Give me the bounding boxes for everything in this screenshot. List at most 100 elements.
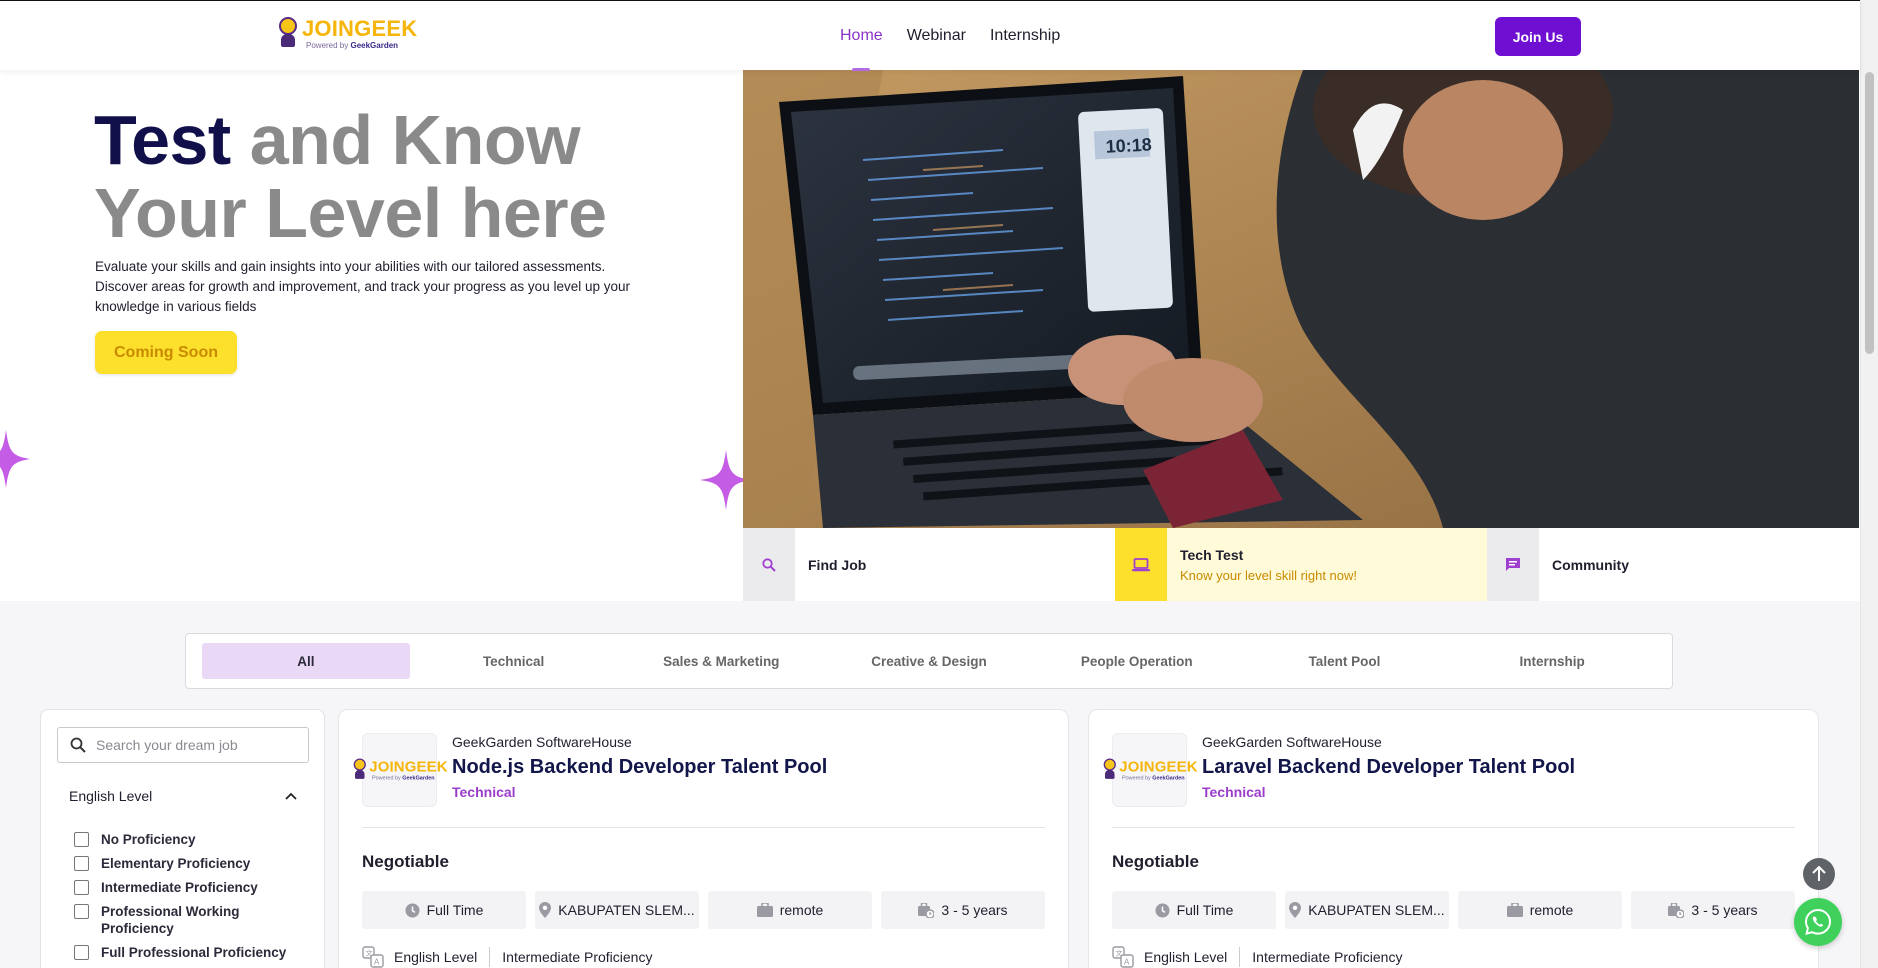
location-pin-icon	[539, 902, 552, 918]
job-salary: Negotiable	[1112, 852, 1199, 871]
company-name: GeekGarden SoftwareHouse	[452, 734, 632, 750]
filter-section-label: English Level	[69, 788, 153, 804]
sparkle-decoration-icon	[0, 430, 30, 488]
svg-text:文: 文	[366, 949, 373, 958]
clock-icon	[405, 903, 420, 917]
join-us-button[interactable]: Join Us	[1495, 17, 1581, 56]
checkbox[interactable]	[74, 945, 89, 960]
job-salary: Negotiable	[362, 852, 449, 871]
search-icon	[743, 528, 795, 601]
language-requirement: 文A English Level Intermediate Proficienc…	[362, 946, 652, 968]
job-type-chip: Full Time	[362, 891, 526, 929]
hero-description: Evaluate your skills and gain insights i…	[95, 259, 630, 314]
job-category-tabs: All Technical Sales & Marketing Creative…	[185, 633, 1673, 689]
quick-link-find-job[interactable]: Find Job	[743, 528, 1115, 601]
nav-webinar[interactable]: Webinar	[907, 1, 966, 71]
whatsapp-icon	[1804, 908, 1832, 935]
quick-link-subtitle: Know your level skill right now!	[1180, 567, 1358, 583]
svg-text:文: 文	[1116, 949, 1123, 958]
language-requirement: 文A English Level Intermediate Proficienc…	[1112, 946, 1402, 968]
search-input[interactable]	[96, 737, 296, 753]
filter-panel: English Level No Proficiency Elementary …	[40, 709, 325, 968]
job-attributes: Full Time KABUPATEN SLEM... remote 3 - 5…	[1112, 891, 1795, 929]
hero-title: Test and Know Your Level here	[94, 101, 607, 252]
tab-creative-design[interactable]: Creative & Design	[825, 643, 1033, 679]
filter-option[interactable]: Professional Working Proficiency	[74, 903, 314, 937]
svg-text:A: A	[374, 958, 380, 967]
job-title[interactable]: Node.js Backend Developer Talent Pool	[452, 756, 827, 779]
laptop-icon	[1115, 528, 1167, 601]
work-mode-chip: remote	[708, 891, 872, 929]
checkbox[interactable]	[74, 880, 89, 895]
quick-link-title: Tech Test	[1180, 546, 1244, 563]
quick-links-bar: Find Job Tech Test Know your level skill…	[743, 528, 1859, 601]
briefcase-icon	[756, 903, 773, 917]
location-pin-icon	[1289, 902, 1302, 918]
tab-technical[interactable]: Technical	[410, 643, 618, 679]
tab-talent-pool[interactable]: Talent Pool	[1241, 643, 1449, 679]
job-card[interactable]: JOINGEEK Powered by GeekGarden GeekGarden…	[1088, 709, 1819, 968]
whatsapp-chat-button[interactable]	[1794, 898, 1842, 946]
hero-section: Test and Know Your Level here Evaluate y…	[0, 70, 1860, 601]
filter-option[interactable]: Full Professional Proficiency	[74, 944, 314, 961]
checkbox[interactable]	[74, 856, 89, 871]
chat-icon	[1487, 528, 1539, 601]
checkbox[interactable]	[74, 832, 89, 847]
nav-home[interactable]: Home	[840, 1, 883, 71]
job-category: Technical	[452, 784, 516, 800]
arrow-up-icon	[1812, 866, 1826, 881]
job-search-box[interactable]	[57, 727, 309, 763]
tab-all[interactable]: All	[202, 643, 410, 679]
company-name: GeekGarden SoftwareHouse	[1202, 734, 1382, 750]
svg-text:10:18: 10:18	[1105, 134, 1152, 156]
english-level-filter-header[interactable]: English Level	[69, 788, 297, 804]
scroll-to-top-button[interactable]	[1803, 858, 1835, 890]
divider	[1112, 827, 1795, 828]
coming-soon-button[interactable]: Coming Soon	[95, 331, 237, 374]
tab-people-operation[interactable]: People Operation	[1033, 643, 1241, 679]
quick-link-title: Community	[1552, 556, 1629, 573]
svg-text:A: A	[1124, 958, 1130, 967]
company-logo: JOINGEEK Powered by GeekGarden	[1103, 733, 1197, 807]
quick-link-community[interactable]: Community	[1487, 528, 1859, 601]
work-mode-chip: remote	[1458, 891, 1622, 929]
filter-option[interactable]: No Proficiency	[74, 831, 314, 848]
clock-icon	[1155, 903, 1170, 917]
experience-chip: 3 - 5 years	[1631, 891, 1795, 929]
english-level-options: No Proficiency Elementary Proficiency In…	[74, 831, 314, 968]
filter-option[interactable]: Intermediate Proficiency	[74, 879, 314, 896]
tab-internship[interactable]: Internship	[1448, 643, 1656, 679]
briefcase-icon	[1506, 903, 1523, 917]
quick-link-title: Find Job	[808, 556, 867, 573]
logo-tagline: Powered by GeekGarden	[306, 41, 399, 50]
job-card[interactable]: JOINGEEK Powered by GeekGarden GeekGarden…	[338, 709, 1069, 968]
tab-sales-marketing[interactable]: Sales & Marketing	[617, 643, 825, 679]
job-location-chip: KABUPATEN SLEM...	[1285, 891, 1449, 929]
experience-briefcase-clock-icon	[1668, 902, 1685, 918]
job-attributes: Full Time KABUPATEN SLEM... remote 3 - 5…	[362, 891, 1045, 929]
hero-photo-developer-laptop: 10:18	[743, 70, 1859, 528]
job-category: Technical	[1202, 784, 1266, 800]
translate-icon: 文A	[1112, 946, 1134, 968]
quick-link-tech-test[interactable]: Tech Test Know your level skill right no…	[1115, 528, 1487, 601]
nav-internship[interactable]: Internship	[990, 1, 1060, 71]
experience-chip: 3 - 5 years	[881, 891, 1045, 929]
mascot-icon	[276, 17, 300, 49]
top-navbar: JOINGEEK Powered by GeekGarden Home Webi…	[0, 0, 1860, 70]
logo-wordmark: JOINGEEK	[302, 16, 418, 41]
translate-icon: 文A	[362, 946, 384, 968]
company-logo: JOINGEEK Powered by GeekGarden	[353, 733, 447, 807]
job-title[interactable]: Laravel Backend Developer Talent Pool	[1202, 756, 1575, 779]
job-type-chip: Full Time	[1112, 891, 1276, 929]
search-icon	[70, 737, 86, 753]
experience-briefcase-clock-icon	[918, 902, 935, 918]
chevron-up-icon[interactable]	[285, 792, 297, 800]
checkbox[interactable]	[74, 904, 89, 919]
job-location-chip: KABUPATEN SLEM...	[535, 891, 699, 929]
filter-option[interactable]: Elementary Proficiency	[74, 855, 314, 872]
page-scrollbar[interactable]	[1860, 0, 1878, 968]
joingeek-logo[interactable]: JOINGEEK Powered by GeekGarden	[276, 17, 417, 51]
main-nav: Home Webinar Internship	[840, 1, 1060, 71]
scrollbar-thumb[interactable]	[1865, 72, 1874, 354]
divider	[362, 827, 1045, 828]
